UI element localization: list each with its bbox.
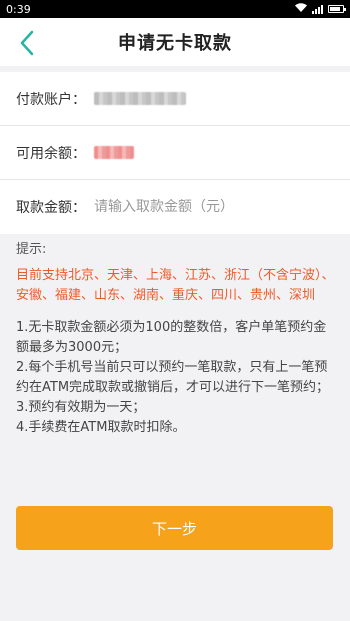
tips-title: 提示: (16, 242, 47, 257)
balance-row: 可用余额： (0, 126, 350, 180)
page-title: 申请无卡取款 (118, 33, 232, 54)
status-icons (295, 3, 346, 15)
masked-balance-value (94, 146, 134, 159)
signal-icon (312, 4, 323, 14)
next-button[interactable]: 下一步 (16, 506, 333, 550)
header: 申请无卡取款 (0, 18, 350, 66)
account-label: 付款账户： (16, 91, 86, 108)
tip-rule: 4.手续费在ATM取款时扣除。 (16, 420, 186, 435)
tips-rules: 1.无卡取款金额必须为100的整数倍，客户单笔预约金额最多为3000元； 2.每… (16, 318, 338, 438)
status-time: 0:39 (6, 2, 31, 16)
chevron-left-icon (20, 30, 34, 56)
back-button[interactable] (10, 26, 44, 60)
account-row: 付款账户： (0, 72, 350, 126)
battery-icon (328, 5, 346, 13)
status-bar: 0:39 (0, 0, 350, 18)
tip-rule: 2.每个手机号当前只可以预约一笔取款，只有上一笔预约在ATM完成取款或撤销后，才… (16, 360, 330, 395)
tip-rule: 1.无卡取款金额必须为100的整数倍，客户单笔预约金额最多为3000元； (16, 320, 327, 355)
amount-input[interactable] (94, 199, 334, 215)
wifi-icon (295, 3, 307, 15)
balance-label: 可用余额： (16, 145, 86, 162)
tip-rule: 3.预约有效期为一天； (16, 400, 146, 415)
masked-account-number (94, 92, 186, 105)
supported-cities-text: 目前支持北京、天津、上海、江苏、浙江（不含宁波）、安徽、福建、山东、湖南、重庆、… (16, 268, 335, 303)
withdrawal-form: 付款账户： 可用余额： 取款金额： (0, 72, 350, 234)
amount-row: 取款金额： (0, 180, 350, 234)
tips-section: 提示: 目前支持北京、天津、上海、江苏、浙江（不含宁波）、安徽、福建、山东、湖南… (16, 240, 338, 438)
amount-label: 取款金额： (16, 200, 86, 216)
